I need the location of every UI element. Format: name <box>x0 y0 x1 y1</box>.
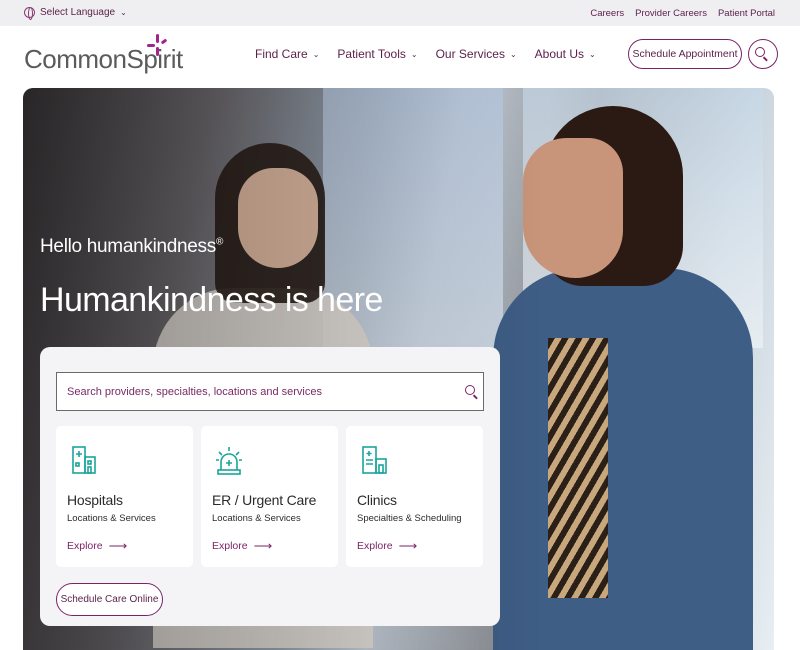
arrow-right-icon: ⟶ <box>253 538 273 553</box>
hero-eyebrow-text: Hello humankindness <box>40 236 216 257</box>
careers-link[interactable]: Careers <box>590 8 624 19</box>
card-title: Clinics <box>357 492 397 508</box>
arrow-right-icon: ⟶ <box>398 538 418 553</box>
emergency-siren-icon <box>216 447 242 475</box>
explore-label: Explore <box>212 540 248 552</box>
language-selector[interactable]: Select Language ⌄ <box>24 7 127 20</box>
card-hospitals[interactable]: Hospitals Locations & Services Explore ⟶ <box>56 426 193 567</box>
clinic-building-icon <box>362 446 387 474</box>
utility-bar: Select Language ⌄ Careers Provider Caree… <box>0 0 800 26</box>
schedule-appointment-button[interactable]: Schedule Appointment <box>628 39 742 69</box>
card-subtitle: Specialties & Scheduling <box>357 513 462 524</box>
nav-label: About Us <box>534 47 585 61</box>
search-icon <box>755 47 765 57</box>
card-subtitle: Locations & Services <box>67 513 156 524</box>
hero-eyebrow: Hello humankindness® <box>40 236 223 258</box>
hospital-icon <box>72 446 96 474</box>
chevron-down-icon: ⌄ <box>120 8 127 17</box>
search-input[interactable] <box>67 382 447 402</box>
arrow-right-icon: ⟶ <box>108 538 128 553</box>
nav-patient-tools[interactable]: Patient Tools ⌄ <box>337 47 417 61</box>
chevron-down-icon: ⌄ <box>312 49 320 59</box>
utility-links: Careers Provider Careers Patient Portal <box>590 8 775 19</box>
card-title: ER / Urgent Care <box>212 492 317 508</box>
site-header: CommonSpirit Find Care ⌄ Patient Tools ⌄ O… <box>0 26 800 88</box>
globe-icon <box>24 7 35 20</box>
provider-careers-link[interactable]: Provider Careers <box>635 8 707 19</box>
nav-find-care[interactable]: Find Care ⌄ <box>255 47 319 61</box>
nav-label: Our Services <box>435 47 505 61</box>
hero-title: Humankindness is here <box>40 281 383 319</box>
schedule-care-online-button[interactable]: Schedule Care Online <box>56 583 163 616</box>
explore-link[interactable]: Explore ⟶ <box>357 538 417 554</box>
card-er-urgent-care[interactable]: ER / Urgent Care Locations & Services Ex… <box>201 426 338 567</box>
nav-about-us[interactable]: About Us ⌄ <box>535 47 596 61</box>
explore-label: Explore <box>67 540 103 552</box>
nav-label: Patient Tools <box>337 47 406 61</box>
search-icon[interactable] <box>465 385 475 395</box>
card-title: Hospitals <box>67 492 123 508</box>
chevron-down-icon: ⌄ <box>410 49 418 59</box>
explore-link[interactable]: Explore ⟶ <box>212 538 272 554</box>
chevron-down-icon: ⌄ <box>509 49 517 59</box>
main-nav: Find Care ⌄ Patient Tools ⌄ Our Services ⌄ … <box>255 47 596 61</box>
registered-mark: ® <box>215 236 224 248</box>
header-search-button[interactable] <box>748 39 778 69</box>
nav-our-services[interactable]: Our Services ⌄ <box>436 47 517 61</box>
patient-portal-link[interactable]: Patient Portal <box>718 8 775 19</box>
explore-label: Explore <box>357 540 393 552</box>
nav-label: Find Care <box>255 47 308 61</box>
explore-link[interactable]: Explore ⟶ <box>67 538 127 554</box>
search-field[interactable] <box>56 372 484 411</box>
chevron-down-icon: ⌄ <box>589 49 596 59</box>
logo-mark-icon <box>147 34 169 58</box>
care-search-panel: Hospitals Locations & Services Explore⟶ … <box>40 347 500 626</box>
language-label: Select Language <box>40 7 116 18</box>
card-subtitle: Locations & Services <box>212 513 301 524</box>
card-clinics[interactable]: Clinics Specialties & Scheduling Explore… <box>346 426 483 567</box>
